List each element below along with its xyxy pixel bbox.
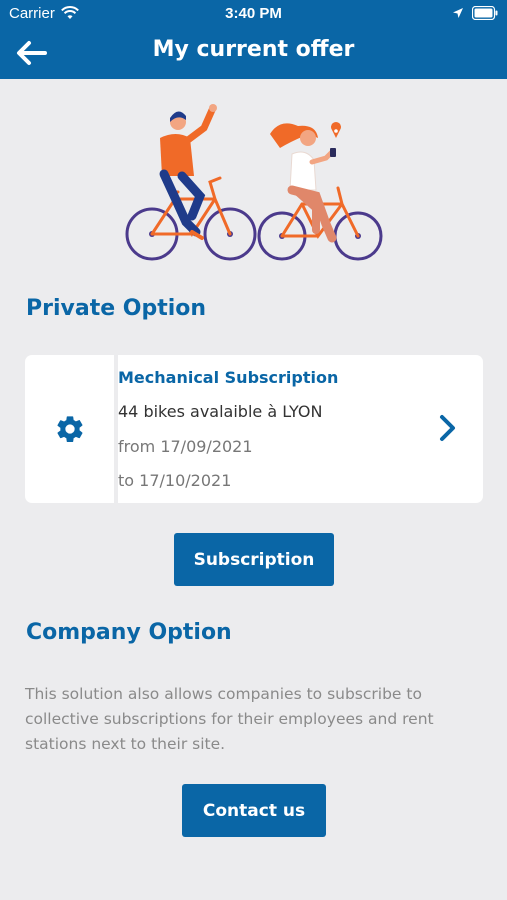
private-option-title: Private Option [26, 296, 207, 321]
subscription-card[interactable]: Mechanical Subscription 44 bikes avalaib… [25, 355, 483, 503]
company-description: This solution also allows companies to s… [25, 685, 434, 753]
battery-icon [472, 6, 498, 20]
card-title: Mechanical Subscription [118, 368, 339, 387]
cyclists-illustration [125, 104, 383, 261]
bikes-availability: 44 bikes avalaible à LYON [118, 402, 323, 421]
end-date: to 17/10/2021 [118, 471, 232, 490]
status-bar: Carrier 3:40 PM [0, 0, 507, 28]
card-icon-area [25, 355, 118, 503]
start-date: from 17/09/2021 [118, 437, 253, 456]
rider-left [159, 104, 217, 240]
app-header: Carrier 3:40 PM My current offer [0, 0, 507, 79]
chevron-right-icon[interactable] [437, 413, 459, 443]
company-option-title: Company Option [26, 620, 232, 645]
gear-icon [56, 416, 82, 443]
contact-us-button[interactable]: Contact us [182, 784, 326, 837]
status-time: 3:40 PM [225, 5, 282, 22]
page-title: My current offer [152, 37, 355, 62]
location-arrow-icon [453, 8, 463, 18]
subscription-button[interactable]: Subscription [174, 533, 334, 586]
